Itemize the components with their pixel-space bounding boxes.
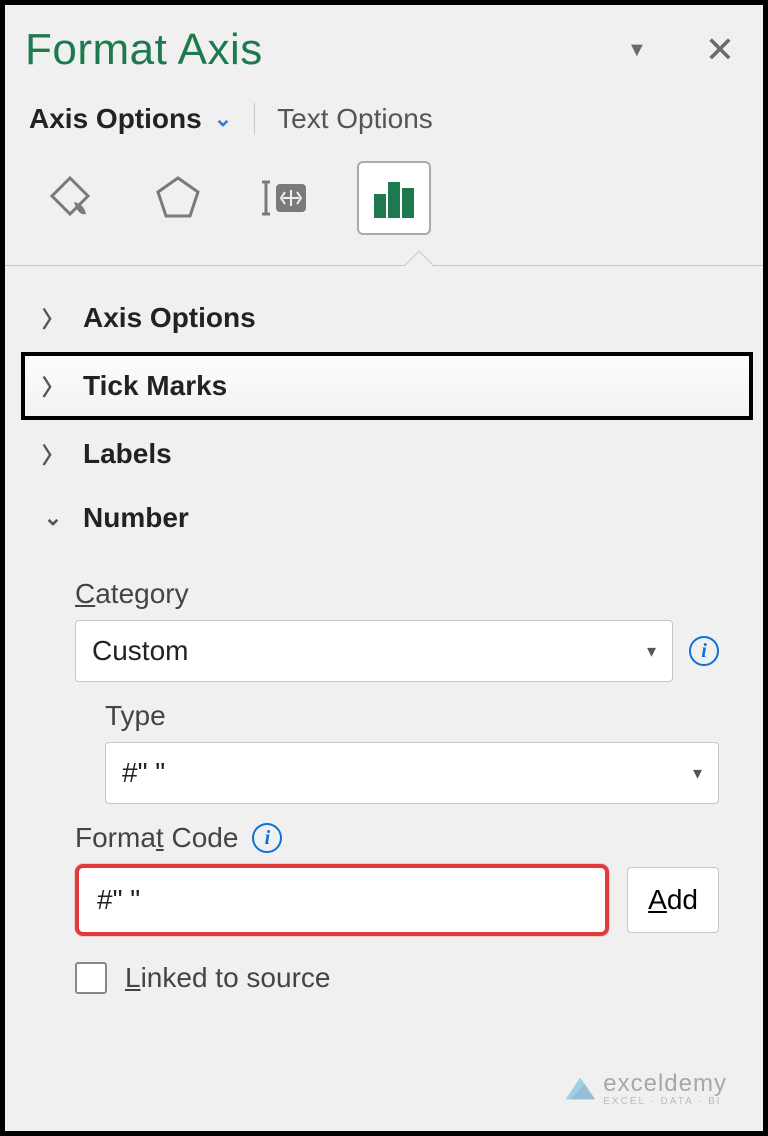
tab-axis-options[interactable]: Axis Options ⌄ [29, 103, 232, 135]
effects-icon[interactable] [141, 161, 215, 235]
type-dropdown[interactable]: #" " ▾ [105, 742, 719, 804]
linked-to-source-row: Linked to source [75, 962, 719, 994]
fill-line-icon[interactable] [33, 161, 107, 235]
chevron-down-icon: ▾ [647, 641, 656, 662]
category-icon-row [25, 161, 743, 257]
format-code-value: #" " [97, 884, 140, 916]
type-label: Type [105, 700, 719, 732]
watermark-logo-icon [565, 1078, 595, 1100]
close-icon[interactable]: ✕ [705, 29, 735, 71]
panel-menu-caret-icon[interactable]: ▼ [627, 39, 647, 62]
panel-header: Format Axis ▼ ✕ [25, 25, 743, 75]
format-axis-panel: Format Axis ▼ ✕ Axis Options ⌄ Text Opti… [0, 0, 768, 1136]
watermark: exceldemy EXCEL · DATA · BI [565, 1070, 727, 1107]
section-axis-options-label: Axis Options [83, 302, 256, 334]
type-dropdown-value: #" " [122, 757, 165, 789]
format-code-input[interactable]: #" " [75, 864, 609, 936]
size-properties-icon[interactable] [249, 161, 323, 235]
section-labels-label: Labels [83, 438, 172, 470]
section-axis-options[interactable]: 〉 Axis Options [31, 286, 743, 350]
info-icon[interactable]: i [252, 823, 282, 853]
header-controls: ▼ ✕ [627, 29, 735, 71]
chevron-right-icon: 〉 [41, 302, 65, 334]
chevron-right-icon: 〉 [41, 370, 65, 402]
tab-text-options[interactable]: Text Options [254, 103, 433, 135]
section-number-label: Number [83, 502, 189, 534]
number-section-body: Category Custom ▾ i Type #" " ▾ Format C… [31, 550, 743, 994]
section-number[interactable]: ⌄ Number [31, 486, 743, 550]
watermark-sub: EXCEL · DATA · BI [603, 1096, 727, 1107]
add-button[interactable]: Add [627, 867, 719, 933]
section-tick-marks-label: Tick Marks [83, 370, 227, 402]
category-dropdown-value: Custom [92, 635, 188, 667]
axis-options-chart-icon[interactable] [357, 161, 431, 235]
category-label: Category [75, 578, 719, 610]
panel-title: Format Axis [25, 25, 263, 75]
category-dropdown[interactable]: Custom ▾ [75, 620, 673, 682]
info-icon[interactable]: i [689, 636, 719, 666]
sections-container: 〉 Axis Options 〉 Tick Marks 〉 Labels ⌄ N… [25, 266, 743, 994]
linked-to-source-checkbox[interactable] [75, 962, 107, 994]
section-tick-marks[interactable]: 〉 Tick Marks [21, 352, 753, 420]
chevron-down-icon: ▾ [693, 763, 702, 784]
watermark-brand: exceldemy [603, 1070, 727, 1098]
chevron-right-icon: 〉 [41, 438, 65, 470]
format-code-label: Format Code i [75, 822, 719, 854]
tab-axis-options-label: Axis Options [29, 103, 202, 135]
linked-to-source-label: Linked to source [125, 962, 330, 994]
section-labels[interactable]: 〉 Labels [31, 422, 743, 486]
chevron-down-icon: ⌄ [41, 505, 65, 531]
chevron-down-icon: ⌄ [214, 106, 232, 132]
option-tabs: Axis Options ⌄ Text Options [25, 103, 743, 135]
divider [5, 265, 763, 266]
